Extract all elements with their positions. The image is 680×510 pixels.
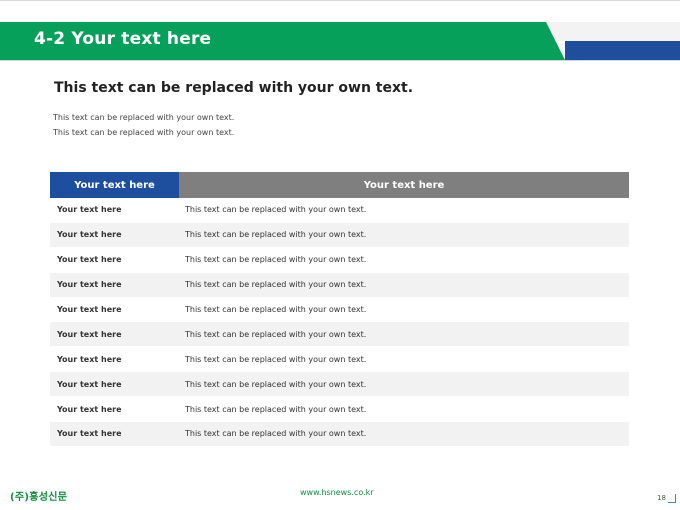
table-header-text-column: Your text here [179, 172, 629, 198]
table-row: Your text here This text can be replaced… [50, 372, 629, 398]
table-row: Your text here This text can be replaced… [50, 248, 629, 273]
table-row-text: This text can be replaced with your own … [185, 429, 367, 439]
table-header-row: Your text here Your text here [50, 172, 629, 198]
table-row-label: Your text here [57, 255, 122, 265]
table-row-label: Your text here [57, 280, 122, 290]
website-link[interactable]: www.hsnews.co.kr [300, 488, 374, 497]
table-row-label: Your text here [57, 404, 122, 414]
body-text-line: This text can be replaced with your own … [53, 128, 235, 137]
title-underline [0, 60, 680, 61]
table-row-text: This text can be replaced with your own … [185, 205, 367, 215]
table-row-text: This text can be replaced with your own … [185, 404, 367, 414]
company-logo: (주)홍성신문 [10, 492, 68, 503]
table-row-label: Your text here [57, 205, 122, 215]
table-row-label: Your text here [57, 429, 122, 439]
table-row-text: This text can be replaced with your own … [185, 280, 367, 290]
table-row: Your text here This text can be replaced… [50, 298, 629, 323]
table-row-text: This text can be replaced with your own … [185, 354, 367, 364]
table-header-label-column: Your text here [50, 172, 179, 198]
table-row-label: Your text here [57, 305, 122, 314]
table-row: Your text here This text can be replaced… [50, 422, 629, 447]
table-row: Your text here This text can be replaced… [50, 222, 629, 248]
table-row-label: Your text here [57, 354, 122, 364]
table-row-label: Your text here [57, 379, 122, 389]
table-row: Your text here This text can be replaced… [50, 198, 629, 223]
table-row-text: This text can be replaced with your own … [185, 379, 367, 389]
table-row-text: This text can be replaced with your own … [185, 305, 367, 314]
table-row: Your text here This text can be replaced… [50, 272, 629, 298]
header-accent-grey [546, 22, 680, 41]
page-title: 4-2 Your text here [34, 29, 212, 49]
table-row-label: Your text here [57, 230, 122, 240]
content-table: Your text here Your text here Your text … [50, 172, 629, 447]
page-number: 18 [657, 494, 666, 502]
body-text-line: This text can be replaced with your own … [53, 113, 235, 122]
table-row-text: This text can be replaced with your own … [185, 329, 367, 339]
table-row-text: This text can be replaced with your own … [185, 230, 367, 240]
table-row-label: Your text here [57, 329, 122, 339]
section-subtitle: This text can be replaced with your own … [54, 80, 414, 96]
table-row: Your text here This text can be replaced… [50, 347, 629, 373]
table-row: Your text here This text can be replaced… [50, 397, 629, 423]
table-row: Your text here This text can be replaced… [50, 322, 629, 348]
table-row-text: This text can be replaced with your own … [185, 255, 367, 265]
top-rule [0, 0, 680, 1]
header-accent-blue [565, 41, 680, 60]
page-corner-icon [668, 494, 676, 503]
